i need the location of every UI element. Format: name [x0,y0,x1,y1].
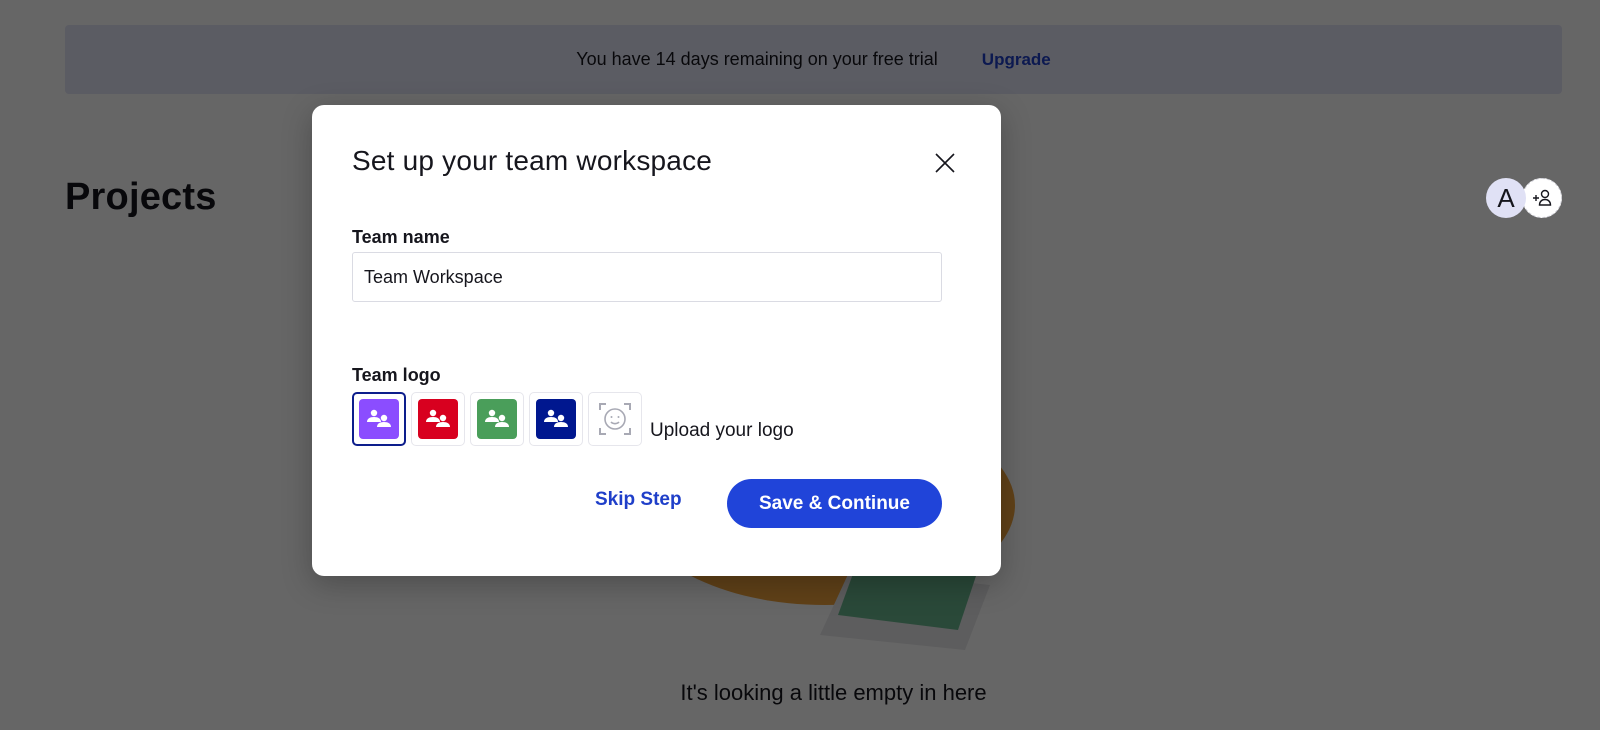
skip-step-button[interactable]: Skip Step [595,489,682,511]
team-icon [426,409,450,427]
avatar[interactable]: A [1486,178,1526,218]
modal-title: Set up your team workspace [352,145,713,176]
face-scan-icon [599,403,631,435]
close-button[interactable] [933,151,957,175]
logo-option-red[interactable] [411,392,465,446]
logo-swatch-red [418,399,458,439]
team-setup-modal: Set up your team workspace Team name Tea… [312,105,1001,576]
team-icon [485,409,509,427]
team-name-label: Team name [352,227,450,247]
close-icon [935,153,955,173]
logo-option-purple[interactable] [352,392,406,446]
logo-swatch-purple [359,399,399,439]
logo-swatch-green [477,399,517,439]
logo-option-green[interactable] [470,392,524,446]
team-icon [367,409,391,427]
team-logo-label: Team logo [352,365,441,385]
save-continue-button[interactable]: Save & Continue [727,479,942,528]
upload-logo-button[interactable] [588,392,642,446]
team-name-input[interactable] [352,252,942,302]
logo-swatch-navy [536,399,576,439]
upload-logo-label[interactable]: Upload your logo [650,420,794,442]
team-icon [544,409,568,427]
logo-option-navy[interactable] [529,392,583,446]
add-user-icon [1533,189,1552,206]
logo-options: Upload your logo [352,392,794,446]
add-member-button[interactable] [1522,178,1562,218]
